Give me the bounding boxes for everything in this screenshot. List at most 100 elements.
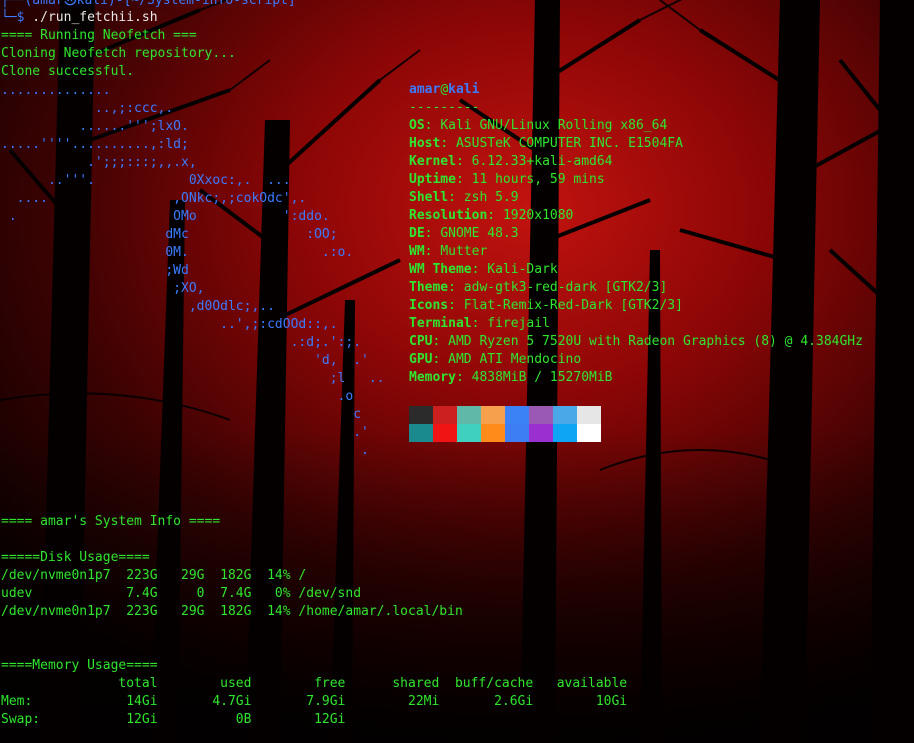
terminal-window[interactable]: ┌──(amar㉿kali)-[~/System-info-script] └─… [0,0,914,743]
logo-line: ..',;:cdOOd::,. [1,317,338,332]
info-field-cpu: CPU: AMD Ryzen 5 7520U with Radeon Graph… [409,333,863,351]
logo-line: .';;;:::;,,.x, [1,155,197,170]
at-sign: @ [440,82,449,97]
logo-line: .... ,ONkc;,;cokOdc',. [1,191,307,206]
info-colon: : [424,118,441,133]
color-swatch [457,424,481,442]
info-colon: : [432,334,449,349]
report-title: ==== amar's System Info ==== [1,514,221,529]
info-field-os: OS: Kali GNU/Linux Rolling x86_64 [409,117,863,135]
info-field-wm-theme: WM Theme: Kali-Dark [409,261,863,279]
info-colon: : [424,226,441,241]
info-key: DE [409,226,425,241]
info-key: Terminal [409,316,472,331]
info-value: Kali GNU/Linux Rolling x86_64 [440,118,668,133]
logo-line: ,d0Odlc;,.. [1,299,275,314]
info-key: Shell [409,190,449,205]
color-swatch [553,424,577,442]
logo-line: ;Wd [1,263,189,278]
info-field-resolution: Resolution: 1920x1080 [409,207,863,225]
info-key: WM Theme [409,262,472,277]
info-key: Theme [409,280,449,295]
palette-row-normal [409,406,601,424]
disk-usage-header: =====Disk Usage==== [1,550,150,565]
logo-line: ......''';lxO. [1,119,189,134]
hostname: kali [448,82,480,97]
logo-line: . [1,443,369,458]
info-value: Flat-Remix-Red-Dark [GTK2/3] [463,298,683,313]
info-colon: : [448,298,464,313]
logo-line: .o [1,389,354,404]
color-swatch [505,424,529,442]
info-colon: : [487,208,503,223]
memory-row-swap: Swap: 12Gi 0B 12Gi [1,712,346,727]
color-swatch [481,424,505,442]
info-field-terminal: Terminal: firejail [409,315,863,333]
username: amar [409,82,441,97]
info-colon: : [448,280,464,295]
info-value: Mutter [440,244,488,259]
color-swatch [553,406,577,424]
color-swatch [409,406,433,424]
info-colon: : [471,262,488,277]
logo-line: .....''''..........,:ld; [1,137,189,152]
info-field-theme: Theme: adw-gtk3-red-dark [GTK2/3] [409,279,863,297]
disk-row: /dev/nvme0n1p7 223G 29G 182G 14% / [1,568,307,583]
info-value: ASUSTeK COMPUTER INC. E1504FA [455,136,683,151]
info-key: Host [409,136,441,151]
info-colon: : [455,370,472,385]
info-field-memory: Memory: 4838MiB / 15270MiB [409,369,863,387]
info-field-uptime: Uptime: 11 hours, 59 mins [409,171,863,189]
color-swatch [577,406,601,424]
color-swatch [481,406,505,424]
info-colon: : [455,154,472,169]
color-swatch [529,424,553,442]
info-colon: : [432,352,449,367]
info-value: 4838MiB / 15270MiB [471,370,613,385]
color-swatch [433,424,457,442]
logo-line: .' [1,425,369,440]
color-swatch [505,406,529,424]
info-value: AMD ATI Mendocino [448,352,582,367]
logo-line: .:d;.':;. [1,335,362,350]
disk-row: udev 7.4G 0 7.4G 0% /dev/snd [1,586,362,601]
command-text: ./run_fetchii.sh [24,10,158,25]
color-swatch [577,424,601,442]
memory-columns: total used free shared buff/cache availa… [1,676,628,691]
info-field-shell: Shell: zsh 5.9 [409,189,863,207]
logo-line: ..,;:ccc,. [1,101,174,116]
info-key: CPU [409,334,433,349]
info-value: GNOME 48.3 [440,226,519,241]
info-colon: : [440,136,456,151]
color-swatch [457,406,481,424]
user-host: amar@kali [409,81,863,99]
info-colon: : [471,316,488,331]
info-value: zsh 5.9 [463,190,519,205]
info-key: OS [409,118,425,133]
logo-line: 0M. .:o. [1,245,354,260]
info-field-icons: Icons: Flat-Remix-Red-Dark [GTK2/3] [409,297,863,315]
color-swatch [409,424,433,442]
info-separator: --------- [409,100,480,115]
info-key: Uptime [409,172,456,187]
info-colon: : [424,244,441,259]
info-field-gpu: GPU: AMD ATI Mendocino [409,351,863,369]
disk-row: /dev/nvme0n1p7 223G 29G 182G 14% /home/a… [1,604,463,619]
palette-row-bright [409,424,601,442]
logo-line: ;l .. [1,371,385,386]
prompt-command-line: └─$ ./run_fetchii.sh [1,9,158,27]
info-value: 6.12.33+kali-amd64 [471,154,613,169]
logo-line: ;XO, [1,281,205,296]
info-value: Kali-Dark [487,262,558,277]
output-line: Clone successful. [1,64,135,79]
neofetch-info: amar@kali --------- OS: Kali GNU/Linux R… [409,81,863,387]
logo-line: 'd, .' [1,353,369,368]
info-value: firejail [487,316,550,331]
info-key: Icons [409,298,449,313]
color-swatch [433,406,457,424]
info-value: 11 hours, 59 mins [471,172,605,187]
info-key: Memory [409,370,456,385]
info-field-list: OS: Kali GNU/Linux Rolling x86_64 Host: A… [409,117,863,387]
output-line: Cloning Neofetch repository... [1,46,236,61]
memory-row-mem: Mem: 14Gi 4.7Gi 7.9Gi 22Mi 2.6Gi 10Gi [1,694,628,709]
